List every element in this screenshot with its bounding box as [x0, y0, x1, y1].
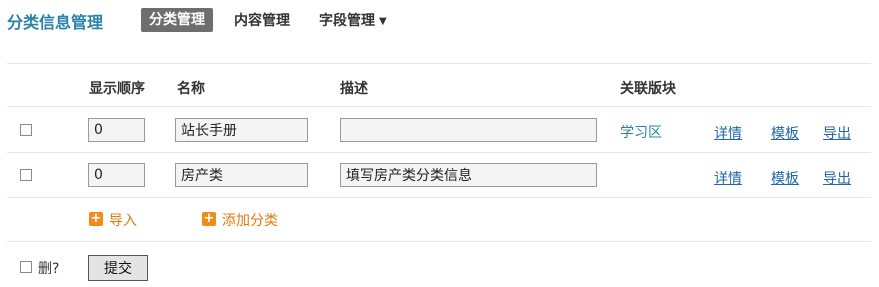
col-header-description: 描述 [340, 81, 368, 97]
app-title: 分类信息管理 [7, 13, 104, 32]
divider [7, 197, 871, 198]
row-select-checkbox[interactable] [20, 124, 32, 136]
tab-field-manage[interactable]: 字段管理 ▼ [319, 10, 387, 30]
details-link[interactable]: 详情 [714, 123, 742, 143]
name-input[interactable] [175, 163, 308, 187]
tab-content-manage[interactable]: 内容管理 [234, 10, 290, 30]
caret-down-icon: ▼ [379, 16, 387, 27]
submit-button[interactable]: 提交 [88, 255, 148, 281]
add-category-link[interactable]: 添加分类 [222, 210, 278, 230]
col-header-name: 名称 [177, 81, 205, 97]
top-bar: 分类信息管理 分类管理 内容管理 字段管理 ▼ [0, 0, 879, 40]
order-input[interactable] [88, 163, 145, 187]
import-link[interactable]: 导入 [109, 210, 137, 230]
divider [7, 241, 871, 242]
col-header-order: 显示顺序 [89, 81, 145, 97]
plus-icon: + [202, 211, 216, 226]
details-link[interactable]: 详情 [714, 168, 742, 188]
delete-label: 删? [38, 261, 60, 277]
template-link[interactable]: 模板 [771, 123, 799, 143]
divider [7, 63, 871, 64]
order-input[interactable] [88, 118, 145, 142]
template-link[interactable]: 模板 [771, 168, 799, 188]
forum-link[interactable]: 学习区 [620, 122, 662, 142]
col-header-forum: 关联版块 [620, 81, 676, 97]
tab-field-manage-label: 字段管理 [319, 13, 375, 29]
description-input[interactable] [340, 163, 597, 187]
tab-category-manage[interactable]: 分类管理 [141, 8, 213, 32]
description-input[interactable] [340, 118, 597, 142]
row-select-checkbox[interactable] [20, 169, 32, 181]
export-link[interactable]: 导出 [823, 168, 851, 188]
divider [7, 152, 871, 153]
plus-icon: + [89, 211, 103, 226]
export-link[interactable]: 导出 [823, 123, 851, 143]
name-input[interactable] [175, 118, 308, 142]
delete-checkbox[interactable] [20, 261, 32, 273]
divider [7, 106, 871, 107]
